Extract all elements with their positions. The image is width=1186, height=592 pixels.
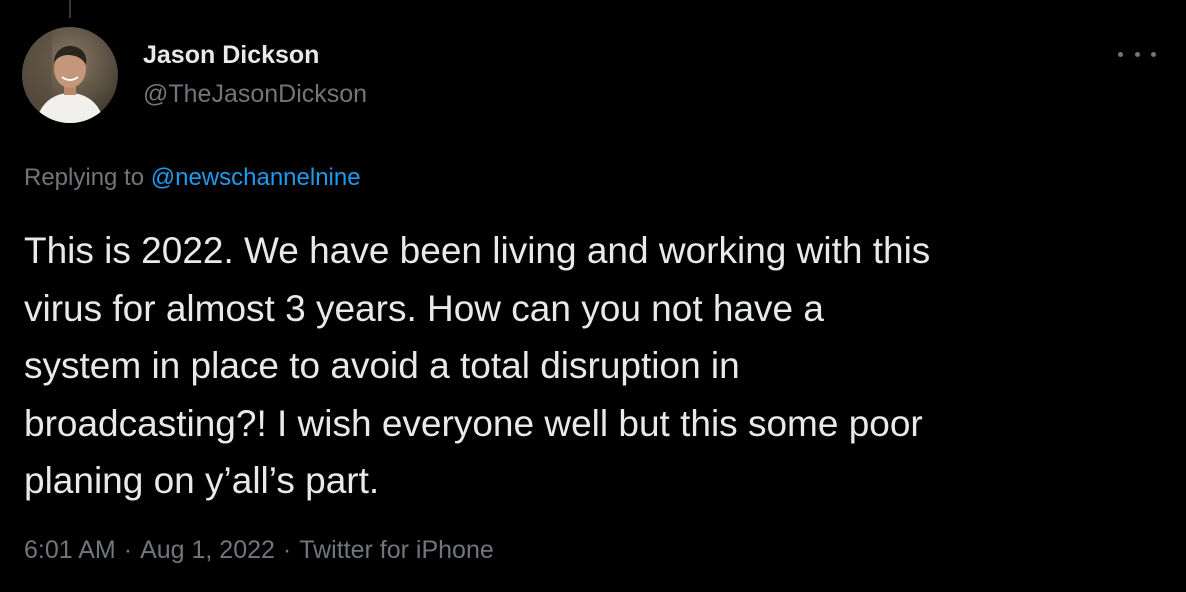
replying-to: Replying to @newschannelnine [24, 164, 361, 192]
tweet-text-line: This is 2022. We have been living and wo… [24, 230, 931, 271]
user-display-name[interactable]: Jason Dickson [143, 41, 319, 70]
tweet-metadata: 6:01 AM · Aug 1, 2022 · Twitter for iPhone [24, 536, 494, 565]
tweet-text: This is 2022. We have been living and wo… [24, 222, 1164, 510]
tweet-text-line: system in place to avoid a total disrupt… [24, 345, 740, 386]
tweet-source[interactable]: Twitter for iPhone [299, 536, 494, 564]
more-horizontal-icon-dot-1 [1118, 51, 1123, 57]
avatar[interactable] [22, 27, 118, 123]
reply-mention-link[interactable]: @newschannelnine [151, 164, 361, 191]
tweet-time[interactable]: 6:01 AM [24, 536, 116, 564]
thread-connector-line [69, 0, 71, 18]
more-options-button[interactable] [1118, 42, 1156, 66]
replying-to-label: Replying to [24, 164, 145, 191]
tweet-date[interactable]: Aug 1, 2022 [140, 536, 275, 564]
more-horizontal-icon-dot-2 [1134, 51, 1140, 57]
meta-separator: · [123, 536, 133, 564]
meta-separator: · [282, 536, 292, 564]
tweet-text-line: planing on y’all’s part. [24, 460, 380, 501]
more-horizontal-icon-dot-3 [1151, 51, 1156, 57]
tweet-text-line: virus for almost 3 years. How can you no… [24, 287, 824, 329]
tweet-text-line: broadcasting?! I wish everyone well but … [24, 402, 923, 444]
profile-photo-icon [22, 27, 118, 123]
user-handle[interactable]: @TheJasonDickson [143, 80, 367, 109]
